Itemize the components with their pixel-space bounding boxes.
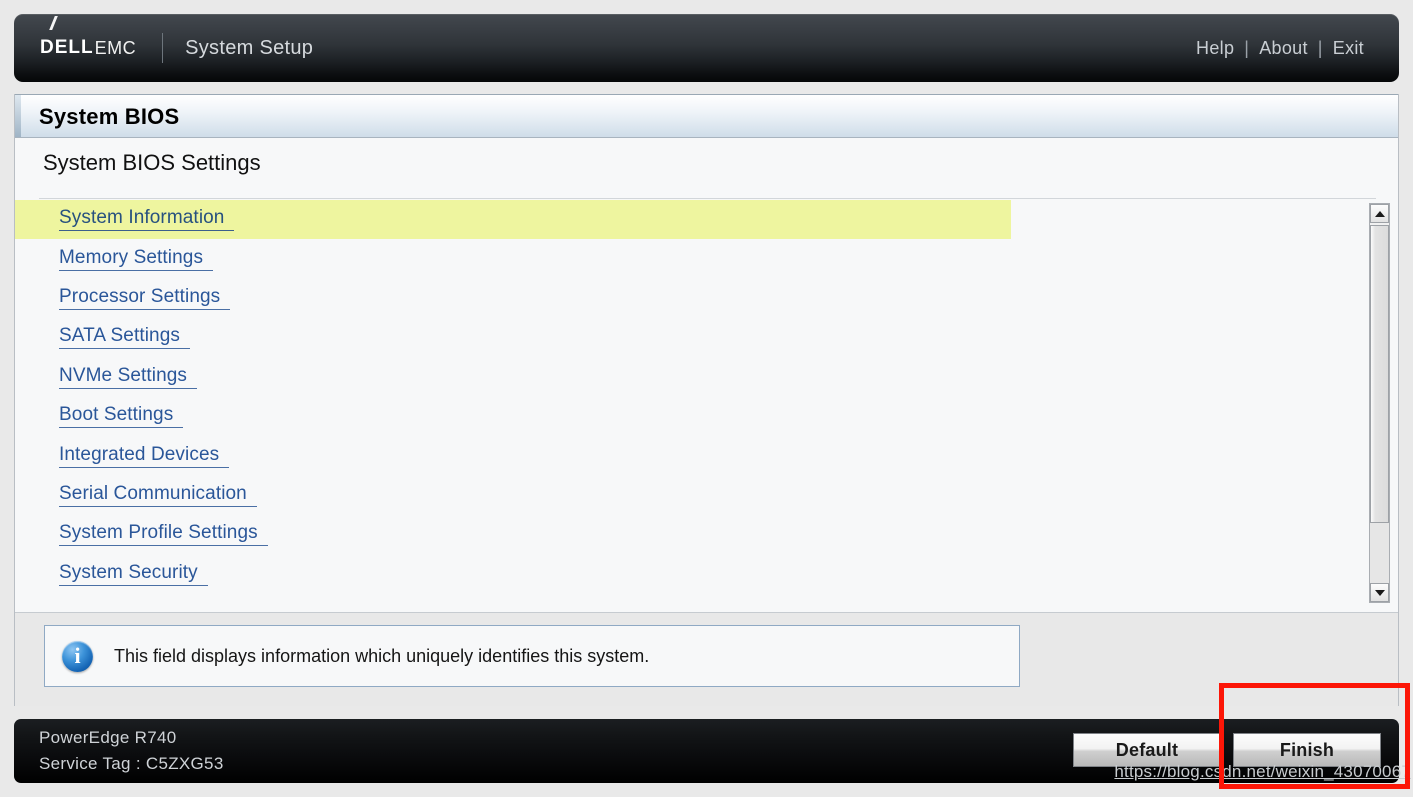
scroll-down-button[interactable] xyxy=(1370,583,1389,602)
menu-link-label[interactable]: Processor Settings xyxy=(59,287,231,310)
menu-link-label[interactable]: System Information xyxy=(59,208,235,232)
link-separator-1: | xyxy=(1244,37,1250,58)
help-link[interactable]: Help xyxy=(1195,36,1235,61)
dell-slash-icon xyxy=(49,16,73,30)
help-info-text: This field displays information which un… xyxy=(114,645,650,666)
menu-item-system-profile-settings[interactable]: System Profile Settings xyxy=(15,515,1371,554)
menu-item-serial-communication[interactable]: Serial Communication xyxy=(15,476,1371,515)
page-title: System BIOS xyxy=(39,104,180,129)
about-link[interactable]: About xyxy=(1258,36,1309,61)
scrollbar-thumb[interactable] xyxy=(1370,225,1389,523)
system-model: PowerEdge R740 xyxy=(39,728,177,747)
triangle-up-icon xyxy=(1374,210,1385,217)
scroll-up-button[interactable] xyxy=(1370,204,1389,223)
emc-wordmark: EMC xyxy=(94,37,137,58)
menu-link-label[interactable]: Boot Settings xyxy=(59,405,184,429)
triangle-down-icon xyxy=(1374,589,1385,596)
system-identity: PowerEdge R740 Service Tag : C5ZXG53 xyxy=(39,725,224,777)
menu-link-label[interactable]: SATA Settings xyxy=(59,326,190,350)
app-title: System Setup xyxy=(185,36,314,59)
menu-link-label[interactable]: NVMe Settings xyxy=(59,366,198,389)
menu-item-integrated-devices[interactable]: Integrated Devices xyxy=(15,436,1371,475)
menu-item-sata-settings[interactable]: SATA Settings xyxy=(15,318,1371,357)
menu-item-system-security[interactable]: System Security xyxy=(15,555,1371,594)
info-circle-icon: i xyxy=(62,640,93,672)
help-info-box: i This field displays information which … xyxy=(44,625,1020,687)
link-separator-2: | xyxy=(1317,37,1323,58)
menu-link-label[interactable]: Serial Communication xyxy=(59,484,257,507)
subtitle-rule xyxy=(39,198,1376,199)
exit-link[interactable]: Exit xyxy=(1332,36,1365,61)
system-setup-screen: DELL EMC System Setup Help | About | Exit… xyxy=(0,0,1413,797)
panel-titlebar: System BIOS xyxy=(15,94,1398,138)
app-header: DELL EMC System Setup Help | About | Exit xyxy=(14,14,1399,82)
scrollbar-track[interactable] xyxy=(1370,523,1389,583)
header-links: Help | About | Exit xyxy=(1195,14,1365,82)
menu-item-memory-settings[interactable]: Memory Settings xyxy=(15,239,1371,278)
settings-menu-list: System Information Memory Settings Proce… xyxy=(15,200,1371,596)
service-tag: Service Tag : C5ZXG53 xyxy=(39,754,224,773)
header-divider xyxy=(162,33,164,63)
main-panel: System BIOS System BIOS Settings System … xyxy=(14,94,1399,706)
menu-scrollbar[interactable] xyxy=(1369,203,1390,603)
menu-item-system-information[interactable]: System Information xyxy=(15,200,1011,240)
dell-wordmark: DELL xyxy=(40,37,94,58)
info-strip: i This field displays information which … xyxy=(15,612,1398,706)
menu-link-label[interactable]: Integrated Devices xyxy=(59,445,230,468)
menu-item-boot-settings[interactable]: Boot Settings xyxy=(15,397,1371,436)
watermark-url: https://blog.csdn.net/weixin_43070067 xyxy=(1114,762,1411,781)
brand-area: DELL EMC System Setup xyxy=(40,14,313,82)
page-subtitle: System BIOS Settings xyxy=(43,150,261,175)
menu-item-nvme-settings[interactable]: NVMe Settings xyxy=(15,358,1371,397)
menu-item-processor-settings[interactable]: Processor Settings xyxy=(15,279,1371,318)
titlebar-accent xyxy=(15,95,21,137)
menu-link-label[interactable]: Memory Settings xyxy=(59,248,214,271)
dell-emc-logo: DELL EMC xyxy=(40,16,137,59)
menu-link-label[interactable]: System Profile Settings xyxy=(59,523,268,547)
menu-link-label[interactable]: System Security xyxy=(59,563,208,586)
